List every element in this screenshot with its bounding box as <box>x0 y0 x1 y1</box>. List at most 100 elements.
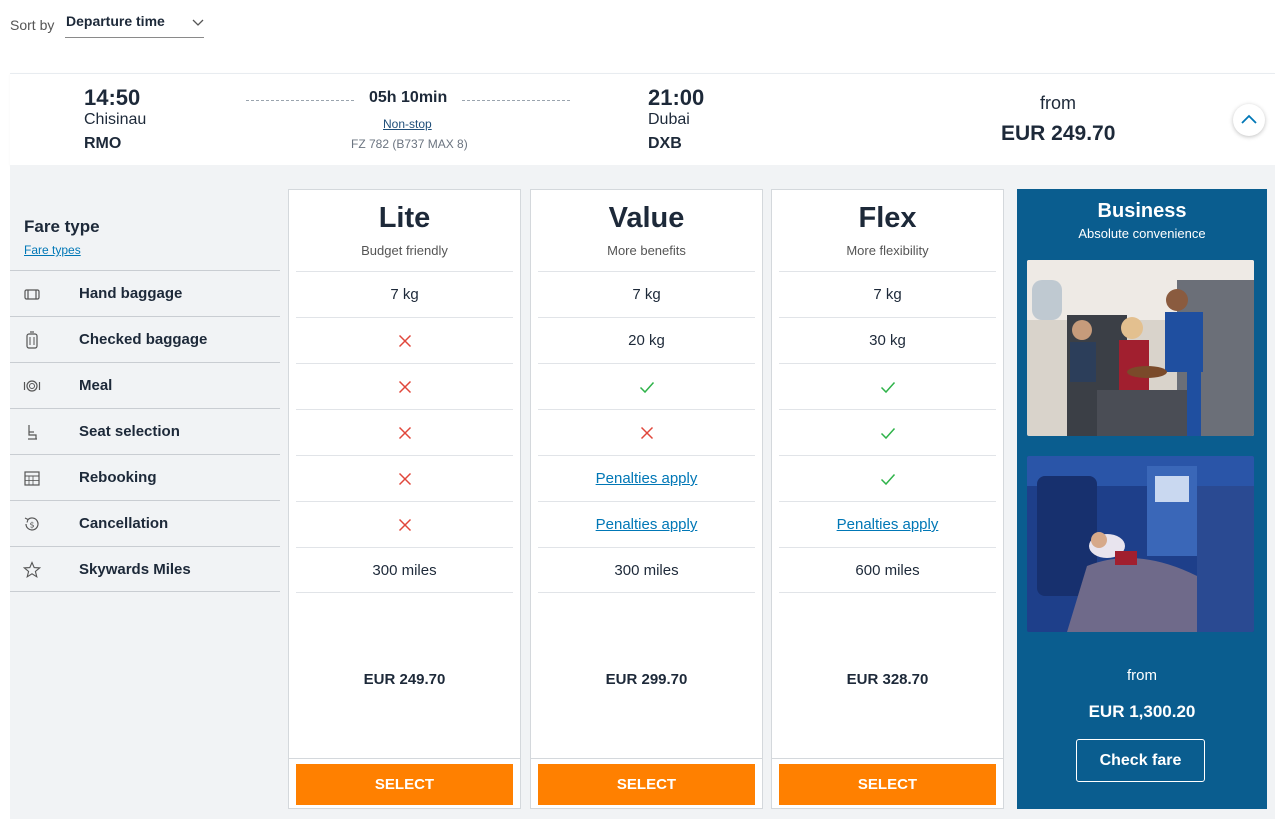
departure-airport-code: RMO <box>84 135 122 152</box>
business-fare-name: Business <box>1097 200 1187 222</box>
feature-row-checked-baggage: Checked baggage <box>10 316 280 362</box>
fare-cell: 300 miles <box>538 547 755 593</box>
feature-row-hand-baggage: Hand baggage <box>10 270 280 316</box>
feature-label: Hand baggage <box>79 285 183 302</box>
business-fare-card: Business Absolute convenience from EUR 1… <box>1017 189 1267 809</box>
fare-cell: 600 miles <box>779 547 996 593</box>
fare-cell: 300 miles <box>296 547 513 593</box>
fare-cell <box>779 409 996 455</box>
fare-cell-value: 20 kg <box>628 332 665 349</box>
feature-row-seat-selection: Seat selection <box>10 408 280 454</box>
fare-price: EUR 299.70 <box>605 671 688 688</box>
fare-cell-value: 30 kg <box>869 332 906 349</box>
non-stop-link[interactable]: Non-stop <box>383 117 432 131</box>
svg-text:$: $ <box>29 521 34 530</box>
fare-name: Flex <box>858 202 917 234</box>
fare-cell-value: 300 miles <box>614 561 679 579</box>
sort-label: Sort by <box>10 17 55 33</box>
lowest-price: EUR 249.70 <box>1001 122 1116 145</box>
fare-cell <box>538 409 755 455</box>
route-line-right <box>462 100 570 101</box>
fare-cell <box>779 455 996 501</box>
fare-type-heading: Fare type <box>24 217 100 236</box>
check-icon <box>880 427 895 439</box>
departure-city: Chisinau <box>84 111 147 128</box>
from-label: from <box>1040 93 1076 113</box>
fare-divider <box>531 758 762 759</box>
fare-cell: 20 kg <box>538 317 755 363</box>
fare-cell-value: 7 kg <box>632 286 661 303</box>
fare-price: EUR 249.70 <box>363 671 446 688</box>
select-value-button[interactable]: SELECT <box>538 764 755 805</box>
luggage-icon <box>26 331 38 349</box>
fare-name: Lite <box>378 202 431 234</box>
seat-icon <box>28 425 37 440</box>
fare-cell <box>296 409 513 455</box>
star-icon <box>23 561 41 578</box>
fare-price: EUR 328.70 <box>846 671 929 688</box>
check-fare-button[interactable]: Check fare <box>1076 739 1205 782</box>
feature-label: Seat selection <box>79 423 180 440</box>
arrival-city: Dubai <box>648 111 690 128</box>
cross-icon <box>398 334 411 347</box>
penalties-apply-link[interactable]: Penalties apply <box>837 516 939 533</box>
fare-divider <box>289 758 520 759</box>
cross-icon <box>398 472 411 485</box>
collapse-button[interactable] <box>1233 104 1265 136</box>
cross-icon <box>640 426 653 439</box>
feature-row-skywards-miles: Skywards Miles <box>10 546 280 592</box>
business-fare-subtitle: Absolute convenience <box>1078 226 1206 241</box>
fare-cell: 7 kg <box>538 271 755 317</box>
chevron-up-icon <box>1241 114 1257 124</box>
fare-card-lite: Lite Budget friendly 7 kg 300 miles EUR 249.… <box>288 189 521 809</box>
suitcase-icon <box>24 289 40 300</box>
fare-name: Value <box>608 202 685 234</box>
fare-subtitle: Budget friendly <box>361 243 448 258</box>
check-icon <box>880 473 895 485</box>
select-flex-button[interactable]: SELECT <box>779 764 996 805</box>
fare-cell: Penalties apply <box>538 501 755 547</box>
sort-select[interactable]: Departure time <box>65 10 204 38</box>
arrival-time: 21:00 <box>648 85 705 110</box>
select-lite-button[interactable]: SELECT <box>296 764 513 805</box>
arrival-airport-code: DXB <box>648 135 682 152</box>
fare-cell: 30 kg <box>779 317 996 363</box>
fare-types-link[interactable]: Fare types <box>24 243 81 257</box>
fare-cell <box>296 501 513 547</box>
feature-label: Cancellation <box>79 515 169 532</box>
fare-cell-value: 7 kg <box>873 286 902 303</box>
business-cabin-photo <box>1027 260 1254 436</box>
check-icon <box>880 381 895 393</box>
flight-number: FZ 782 (B737 MAX 8) <box>351 137 468 151</box>
feature-row-rebooking: Rebooking <box>10 454 280 500</box>
feature-label: Rebooking <box>79 469 157 486</box>
fare-cell <box>296 455 513 501</box>
feature-row-cancellation: $ Cancellation <box>10 500 280 546</box>
check-icon <box>639 381 654 393</box>
fare-divider <box>772 758 1003 759</box>
fare-comparison: Fare type Fare types Hand baggage Checke… <box>10 165 1275 819</box>
business-from-label: from <box>1127 667 1157 684</box>
feature-label: Skywards Miles <box>79 561 191 578</box>
penalties-apply-link[interactable]: Penalties apply <box>596 516 698 533</box>
fare-cell: Penalties apply <box>779 501 996 547</box>
chevron-down-icon <box>192 19 204 26</box>
meal-icon <box>23 380 41 392</box>
feature-label: Checked baggage <box>79 331 208 348</box>
business-price: EUR 1,300.20 <box>1088 702 1196 721</box>
fare-cell <box>779 363 996 409</box>
fare-card-flex: Flex More flexibility 7 kg 30 kg Penalties a… <box>771 189 1004 809</box>
feature-row-meal: Meal <box>10 362 280 408</box>
business-seat-photo <box>1027 456 1254 632</box>
fare-cell: 7 kg <box>296 271 513 317</box>
fare-subtitle: More benefits <box>607 243 686 258</box>
calendar-icon <box>24 471 40 486</box>
fare-subtitle: More flexibility <box>846 243 929 258</box>
cross-icon <box>398 518 411 531</box>
feature-label: Meal <box>79 377 113 394</box>
fare-cell-value: 300 miles <box>372 561 437 579</box>
fare-card-value: Value More benefits 7 kg 20 kg Penalties app… <box>530 189 763 809</box>
fare-cell-value: 7 kg <box>390 286 419 303</box>
penalties-apply-link[interactable]: Penalties apply <box>596 470 698 487</box>
fare-cell <box>296 317 513 363</box>
